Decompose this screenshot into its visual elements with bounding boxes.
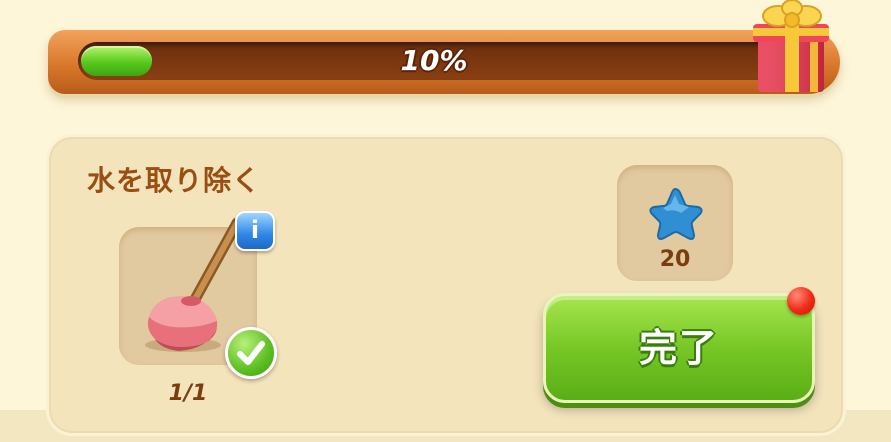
blue-star-icon [645,183,705,243]
progress-percentage: 10% [400,44,468,77]
reward-amount: 20 [659,247,691,272]
complete-button-label: 完了 [638,326,719,370]
info-button[interactable]: i [235,211,275,251]
task-panel: 水を取り除く i 1/1 20 完了 [46,134,846,436]
task-title: 水を取り除く [87,164,262,197]
complete-button[interactable]: 完了 [543,293,815,403]
progress-bar: 10% [48,30,840,94]
checkmark-icon [225,327,277,379]
gift-box-icon[interactable] [750,0,834,96]
progress-track: 10% [78,42,790,80]
notification-dot [787,287,815,315]
reward-slot: 20 [617,165,733,281]
item-count: 1/1 [168,381,208,406]
